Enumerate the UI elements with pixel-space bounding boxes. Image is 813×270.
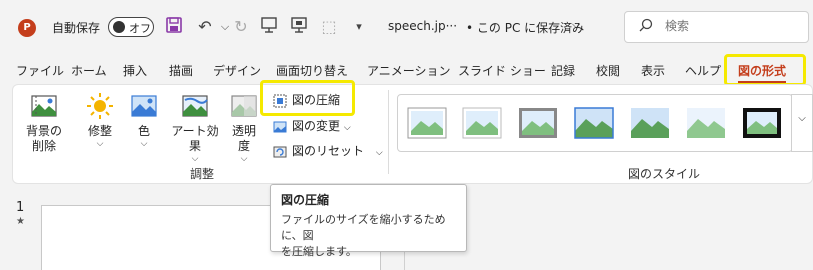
picture-style-7[interactable] xyxy=(742,107,782,139)
remove-background-button[interactable]: 背景の 削除 xyxy=(22,92,66,154)
artistic-effects-button[interactable]: アート効果 ⌵ xyxy=(166,92,224,164)
chevron-down-icon: ⌵ xyxy=(375,148,383,158)
transparency-label-1: 透明 xyxy=(231,124,256,138)
change-picture-icon xyxy=(272,119,288,135)
artistic-effects-label: アート効果 xyxy=(171,124,219,153)
picture-style-1[interactable] xyxy=(407,107,447,139)
remove-background-label-2: 削除 xyxy=(31,139,56,153)
chevron-down-icon: ⌵ xyxy=(140,139,148,149)
reset-picture-label: 図のリセット xyxy=(292,144,365,158)
autosave-label: 自動保存 xyxy=(52,21,101,35)
tab-insert[interactable]: 挿入 xyxy=(123,62,147,79)
powerpoint-icon: P xyxy=(18,19,36,37)
autosave-toggle[interactable]: オフ xyxy=(108,17,154,37)
corrections-button[interactable]: 修整 ⌵ xyxy=(80,92,120,149)
transparency-label-2: 度 xyxy=(237,139,250,153)
sun-icon xyxy=(86,92,114,120)
adjust-group-label: 調整 xyxy=(190,167,215,181)
chevron-down-icon: ⌵ xyxy=(96,139,104,149)
tab-home[interactable]: ホーム xyxy=(71,62,107,79)
save-icon[interactable] xyxy=(163,16,185,38)
tab-file[interactable]: ファイル xyxy=(16,62,64,79)
picture-color-icon xyxy=(130,92,158,120)
search-box[interactable] xyxy=(624,11,809,43)
compress-tooltip: 図の圧縮 ファイルのサイズを縮小するために、図 を圧縮します。 xyxy=(270,184,467,258)
touch-mode-icon[interactable]: ⬚ xyxy=(318,16,340,38)
tab-record[interactable]: 記録 xyxy=(551,62,575,79)
chevron-down-icon: ⌵ xyxy=(343,123,351,133)
picture-style-2[interactable] xyxy=(462,107,502,139)
document-title[interactable]: speech.jp··· xyxy=(388,19,457,33)
group-separator xyxy=(388,90,389,174)
tooltip-title: 図の圧縮 xyxy=(281,193,330,207)
tab-animations[interactable]: アニメーション xyxy=(367,62,451,79)
highlight-picture-format-tab xyxy=(724,54,806,86)
picture-styles-gallery xyxy=(397,94,793,152)
remove-background-label-1: 背景の xyxy=(25,124,62,138)
tab-help[interactable]: ヘルプ xyxy=(685,62,721,79)
remove-background-icon xyxy=(30,92,58,120)
transparency-button[interactable]: 透明 度 ⌵ xyxy=(226,92,262,164)
highlight-compress-button xyxy=(260,80,355,116)
color-label: 色 xyxy=(137,124,150,138)
tab-slideshow[interactable]: スライド ショー xyxy=(458,62,546,79)
chevron-down-icon[interactable]: ⌵ xyxy=(572,18,580,32)
slide-number: 1 xyxy=(16,200,25,215)
picture-styles-group-label: 図のスタイル xyxy=(628,167,701,181)
undo-icon[interactable]: ↶ xyxy=(194,16,216,38)
change-picture-button[interactable]: 図の変更 ⌵ xyxy=(272,117,351,135)
tooltip-description-2: を圧縮します。 xyxy=(281,245,357,258)
tooltip-description-1: ファイルのサイズを縮小するために、図 xyxy=(281,213,446,242)
transparency-icon xyxy=(230,92,258,120)
save-status[interactable]: • この PC に保存済み xyxy=(466,19,584,36)
ribbon-tabs: ファイル ホーム 挿入 描画 デザイン 画面切り替え アニメーション スライド … xyxy=(0,56,813,84)
picture-style-3[interactable] xyxy=(518,107,558,139)
search-input[interactable] xyxy=(665,19,795,33)
color-button[interactable]: 色 ⌵ xyxy=(126,92,162,149)
slide-animation-star: ★ xyxy=(16,216,25,227)
title-bar: P 自動保存 オフ ↶ ⌵ ↻ ⬚ ▾ speech.jp··· • この PC… xyxy=(0,0,813,56)
customize-qat-icon[interactable]: ▾ xyxy=(348,16,370,38)
picture-style-4[interactable] xyxy=(574,107,614,139)
picture-style-5[interactable] xyxy=(630,107,670,139)
tab-design[interactable]: デザイン xyxy=(213,62,261,79)
reset-picture-icon xyxy=(272,144,288,160)
corrections-label: 修整 xyxy=(87,124,112,138)
picture-style-6[interactable] xyxy=(686,107,726,139)
autosave-toggle-label: オフ xyxy=(129,22,151,35)
tab-transitions[interactable]: 画面切り替え xyxy=(276,62,348,79)
tab-draw[interactable]: 描画 xyxy=(169,62,193,79)
change-picture-label: 図の変更 xyxy=(292,119,341,133)
gallery-more-button[interactable]: ⌵ xyxy=(791,94,813,152)
redo-icon[interactable]: ↻ xyxy=(230,16,252,38)
chevron-down-icon: ⌵ xyxy=(191,154,199,164)
tab-review[interactable]: 校閲 xyxy=(596,62,620,79)
reset-picture-button[interactable]: 図のリセット ⌵ xyxy=(272,142,383,160)
search-icon xyxy=(639,18,653,36)
artistic-effects-icon xyxy=(181,92,209,120)
present-from-current-icon[interactable] xyxy=(288,16,310,38)
toggle-knob xyxy=(113,21,125,33)
tab-view[interactable]: 表示 xyxy=(641,62,665,79)
present-from-start-icon[interactable] xyxy=(258,16,280,38)
chevron-down-icon: ⌵ xyxy=(240,154,248,164)
